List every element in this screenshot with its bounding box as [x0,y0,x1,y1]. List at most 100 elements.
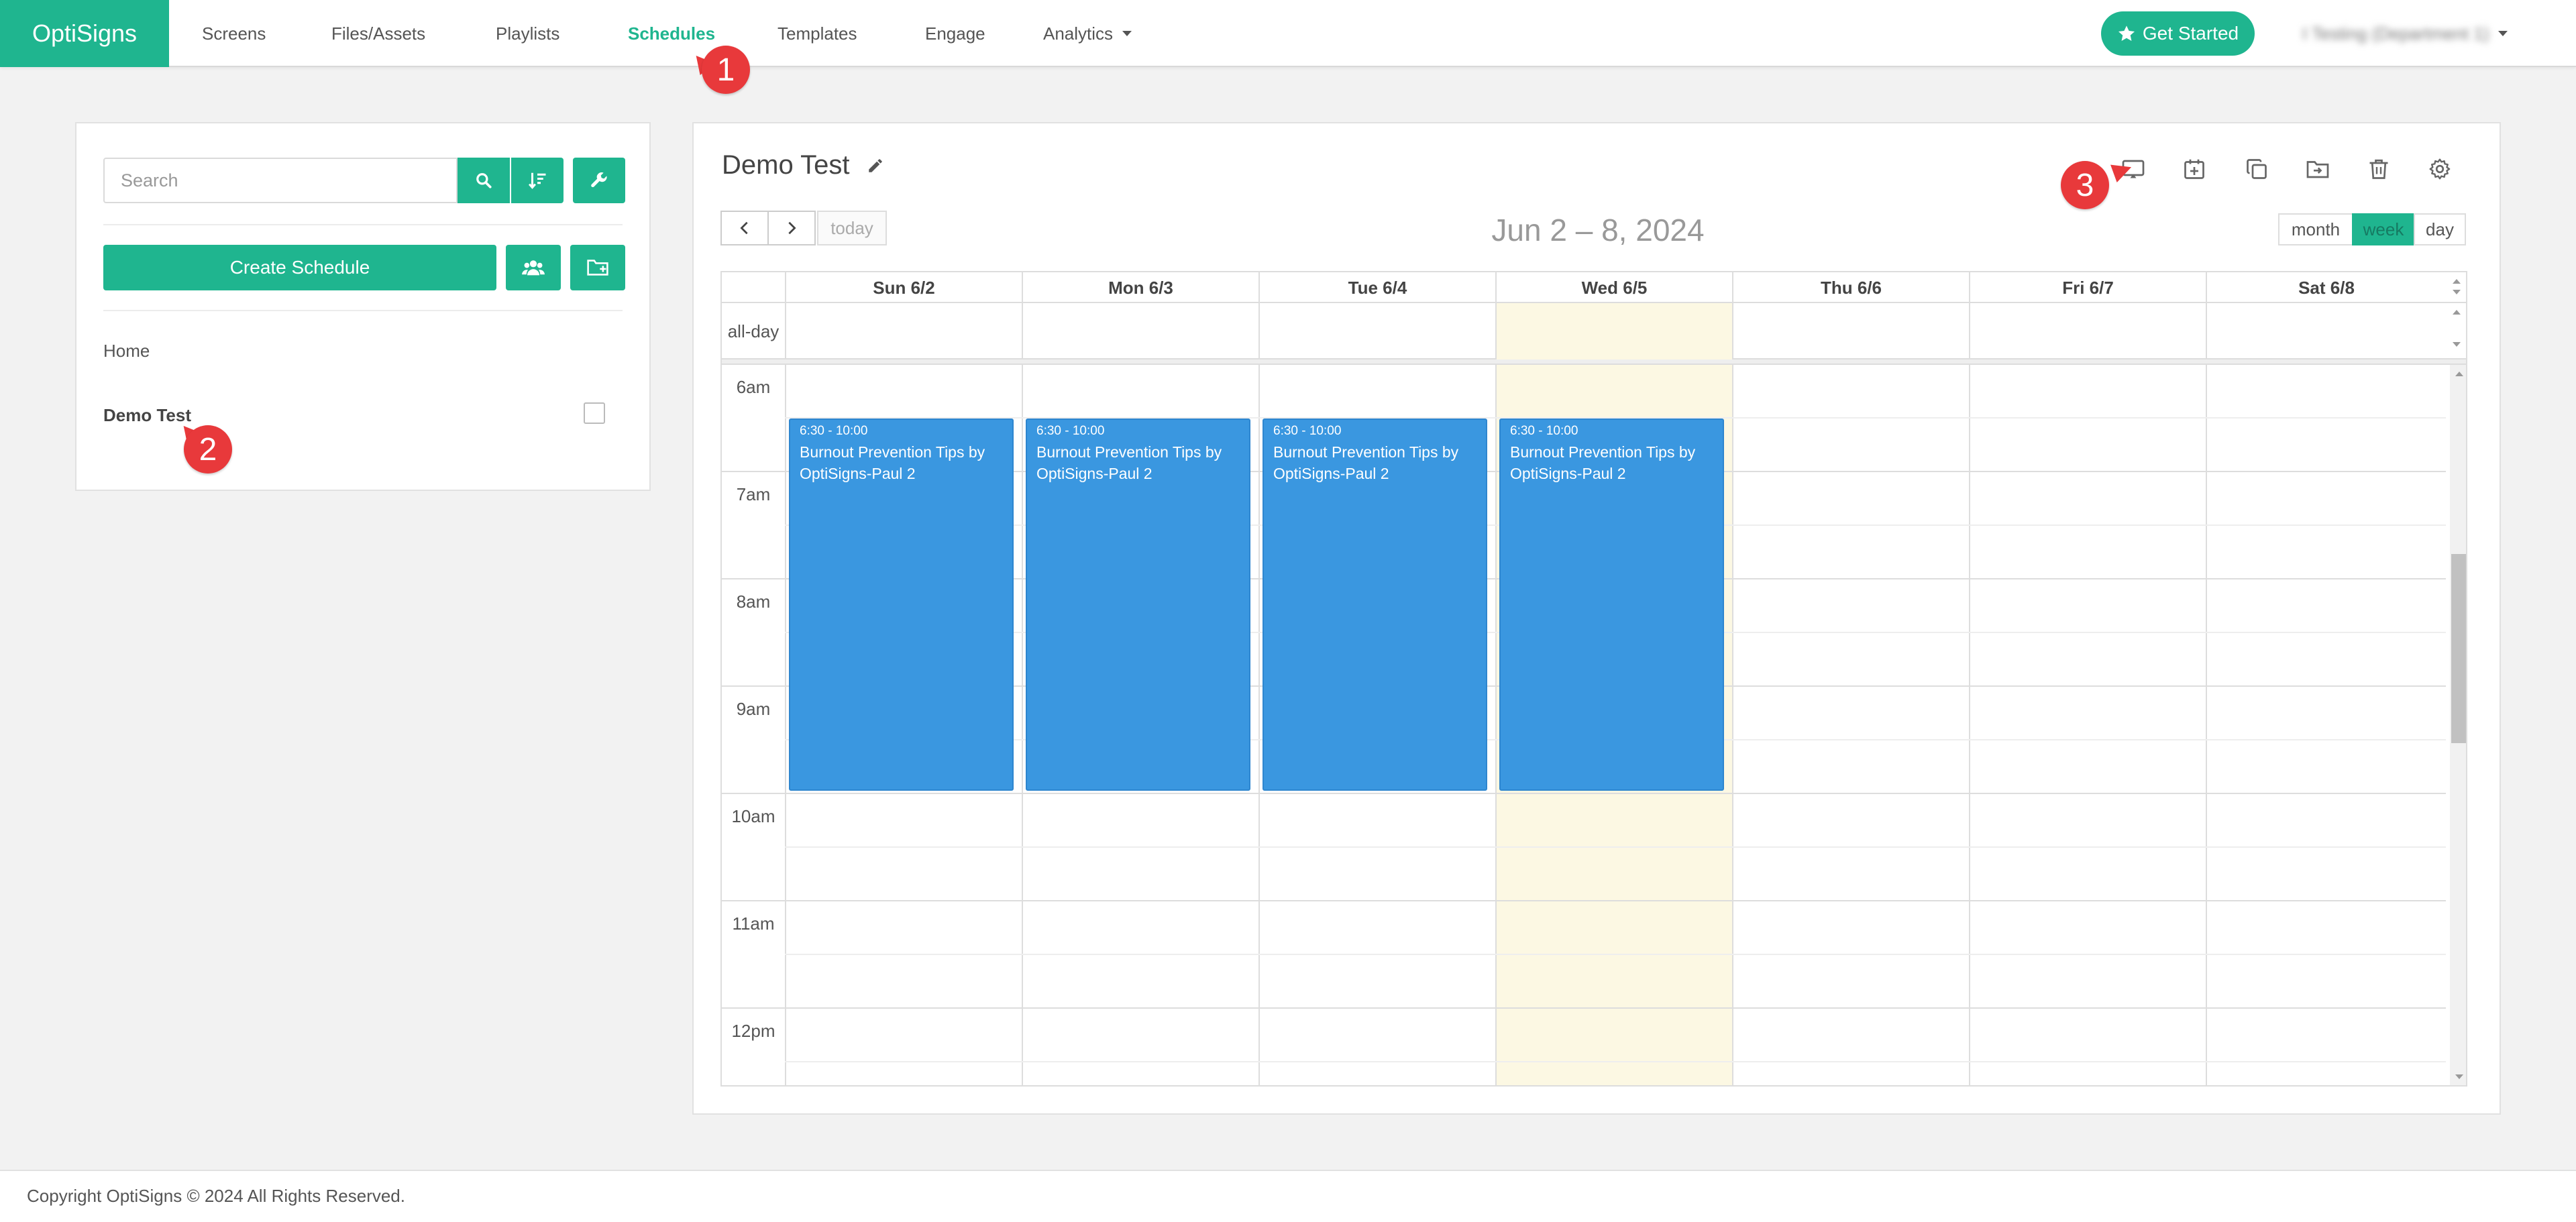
event-time: 6:30 - 10:00 [1273,424,1342,438]
all-day-cell[interactable] [1969,303,2206,359]
scroll-up-arrow[interactable] [2455,372,2463,376]
scroll-up-arrow[interactable] [2453,279,2461,284]
nav-engage[interactable]: Engage [925,0,985,67]
tools-button[interactable] [573,158,625,203]
half-hour-line [785,954,2446,955]
nav-playlists[interactable]: Playlists [496,0,559,67]
time-label-11am: 11am [732,913,775,934]
view-week-button[interactable]: week [2352,213,2415,245]
event-time: 6:30 - 10:00 [1510,424,1578,438]
schedule-editor: Demo Test today Jun 2 – 8, 2024 month we… [692,122,2501,1115]
time-grid: 6am 7am 8am 9am 10am 11am 12pm 6:30 - 10… [722,365,2466,1085]
nav-analytics-label: Analytics [1043,23,1114,44]
day-column-fri[interactable] [1969,365,2206,1085]
search-icon [476,173,492,188]
footer: Copyright OptiSigns © 2024 All Rights Re… [0,1170,2576,1222]
annotation-badge-1: 1 [702,46,750,94]
time-label-6am: 6am [736,377,771,397]
day-header-tue: Tue 6/4 [1258,272,1495,303]
week-calendar: Sun 6/2 Mon 6/3 Tue 6/4 Wed 6/5 Thu 6/6 … [720,271,2467,1087]
time-label-9am: 9am [736,699,771,719]
hour-line [722,1007,2446,1009]
time-label-12pm: 12pm [731,1021,775,1041]
hour-line [722,793,2446,794]
nav-screens[interactable]: Screens [202,0,266,67]
all-day-cell[interactable] [1732,303,1969,359]
schedule-event[interactable]: 6:30 - 10:00 Burnout Prevention Tips by … [1263,419,1487,791]
time-label-8am: 8am [736,592,771,612]
nav-files-assets[interactable]: Files/Assets [331,0,425,67]
event-title: Burnout Prevention Tips by OptiSigns-Pau… [1510,443,1696,482]
gear-icon[interactable] [2425,154,2455,184]
day-header-fri: Fri 6/7 [1969,272,2206,303]
scroll-down-arrow[interactable] [2453,342,2461,347]
half-hour-line [785,846,2446,848]
get-started-button[interactable]: Get Started [2101,11,2255,56]
scroll-down-arrow[interactable] [2455,1074,2463,1079]
tree-item-demo-test[interactable]: Demo Test [103,405,191,426]
day-header-sun: Sun 6/2 [785,272,1022,303]
scroll-down-arrow[interactable] [2453,290,2461,294]
new-folder-button[interactable] [570,245,625,290]
pencil-icon[interactable] [867,157,884,174]
trash-icon[interactable] [2364,154,2394,184]
copy-icon[interactable] [2242,154,2271,184]
chevron-down-icon [1122,31,1132,36]
day-column-thu[interactable] [1732,365,1969,1085]
brand-logo[interactable]: OptiSigns [0,0,169,67]
all-day-cell[interactable] [2206,303,2446,359]
schedule-title-text: Demo Test [722,150,850,180]
all-day-cell[interactable] [785,303,1022,359]
view-month-button[interactable]: month [2278,213,2353,245]
nav-templates[interactable]: Templates [777,0,857,67]
schedule-select-checkbox[interactable] [584,402,605,424]
sort-button[interactable] [511,158,564,203]
schedule-sidebar: Create Schedule Home Demo Test [75,122,651,491]
copyright-text: Copyright OptiSigns © 2024 All Rights Re… [27,1186,405,1206]
tree-item-home[interactable]: Home [103,341,150,362]
time-label-7am: 7am [736,484,771,504]
time-label-10am: 10am [731,806,775,826]
event-title: Burnout Prevention Tips by OptiSigns-Pau… [1273,443,1459,482]
calendar-add-icon[interactable] [2180,154,2209,184]
schedule-event[interactable]: 6:30 - 10:00 Burnout Prevention Tips by … [789,419,1014,791]
day-column-sat[interactable] [2206,365,2446,1085]
date-range-title: Jun 2 – 8, 2024 [1491,213,1705,247]
event-title: Burnout Prevention Tips by OptiSigns-Pau… [1036,443,1222,482]
all-day-cell[interactable] [1022,303,1258,359]
get-started-label: Get Started [2142,23,2239,44]
day-header-thu: Thu 6/6 [1732,272,1969,303]
sidebar-divider [103,224,623,225]
sidebar-divider [103,310,623,311]
nav-analytics[interactable]: Analytics [1043,0,1132,67]
schedule-event[interactable]: 6:30 - 10:00 Burnout Prevention Tips by … [1499,419,1724,791]
scroll-up-arrow[interactable] [2453,310,2461,315]
top-navbar: OptiSigns Screens Files/Assets Playlists… [0,0,2576,67]
schedule-title: Demo Test [722,150,884,180]
hour-line [722,900,2446,901]
all-day-cell-today[interactable] [1495,303,1732,359]
annotation-badge-2: 2 [184,425,232,474]
create-schedule-button[interactable]: Create Schedule [103,245,496,290]
folder-add-icon [587,260,608,276]
account-menu[interactable]: I Testing (Department 1) [2302,0,2508,67]
scrollbar-thumb[interactable] [2451,554,2466,743]
group-button[interactable] [506,245,561,290]
calendar-header-row: Sun 6/2 Mon 6/3 Tue 6/4 Wed 6/5 Thu 6/6 … [722,272,2466,303]
schedule-event[interactable]: 6:30 - 10:00 Burnout Prevention Tips by … [1026,419,1250,791]
search-button[interactable] [458,158,510,203]
event-time: 6:30 - 10:00 [800,424,868,438]
sort-icon [528,172,546,189]
all-day-cell[interactable] [1258,303,1495,359]
search-input[interactable] [103,158,458,203]
chevron-down-icon [2498,31,2508,36]
day-header-mon: Mon 6/3 [1022,272,1258,303]
folder-move-icon[interactable] [2303,154,2332,184]
half-hour-line [785,1061,2446,1062]
account-name: I Testing (Department 1) [2302,23,2489,44]
view-day-button[interactable]: day [2414,213,2466,245]
event-title: Burnout Prevention Tips by OptiSigns-Pau… [800,443,985,482]
allday-divider [722,359,2466,365]
star-icon [2118,25,2135,41]
event-time: 6:30 - 10:00 [1036,424,1105,438]
